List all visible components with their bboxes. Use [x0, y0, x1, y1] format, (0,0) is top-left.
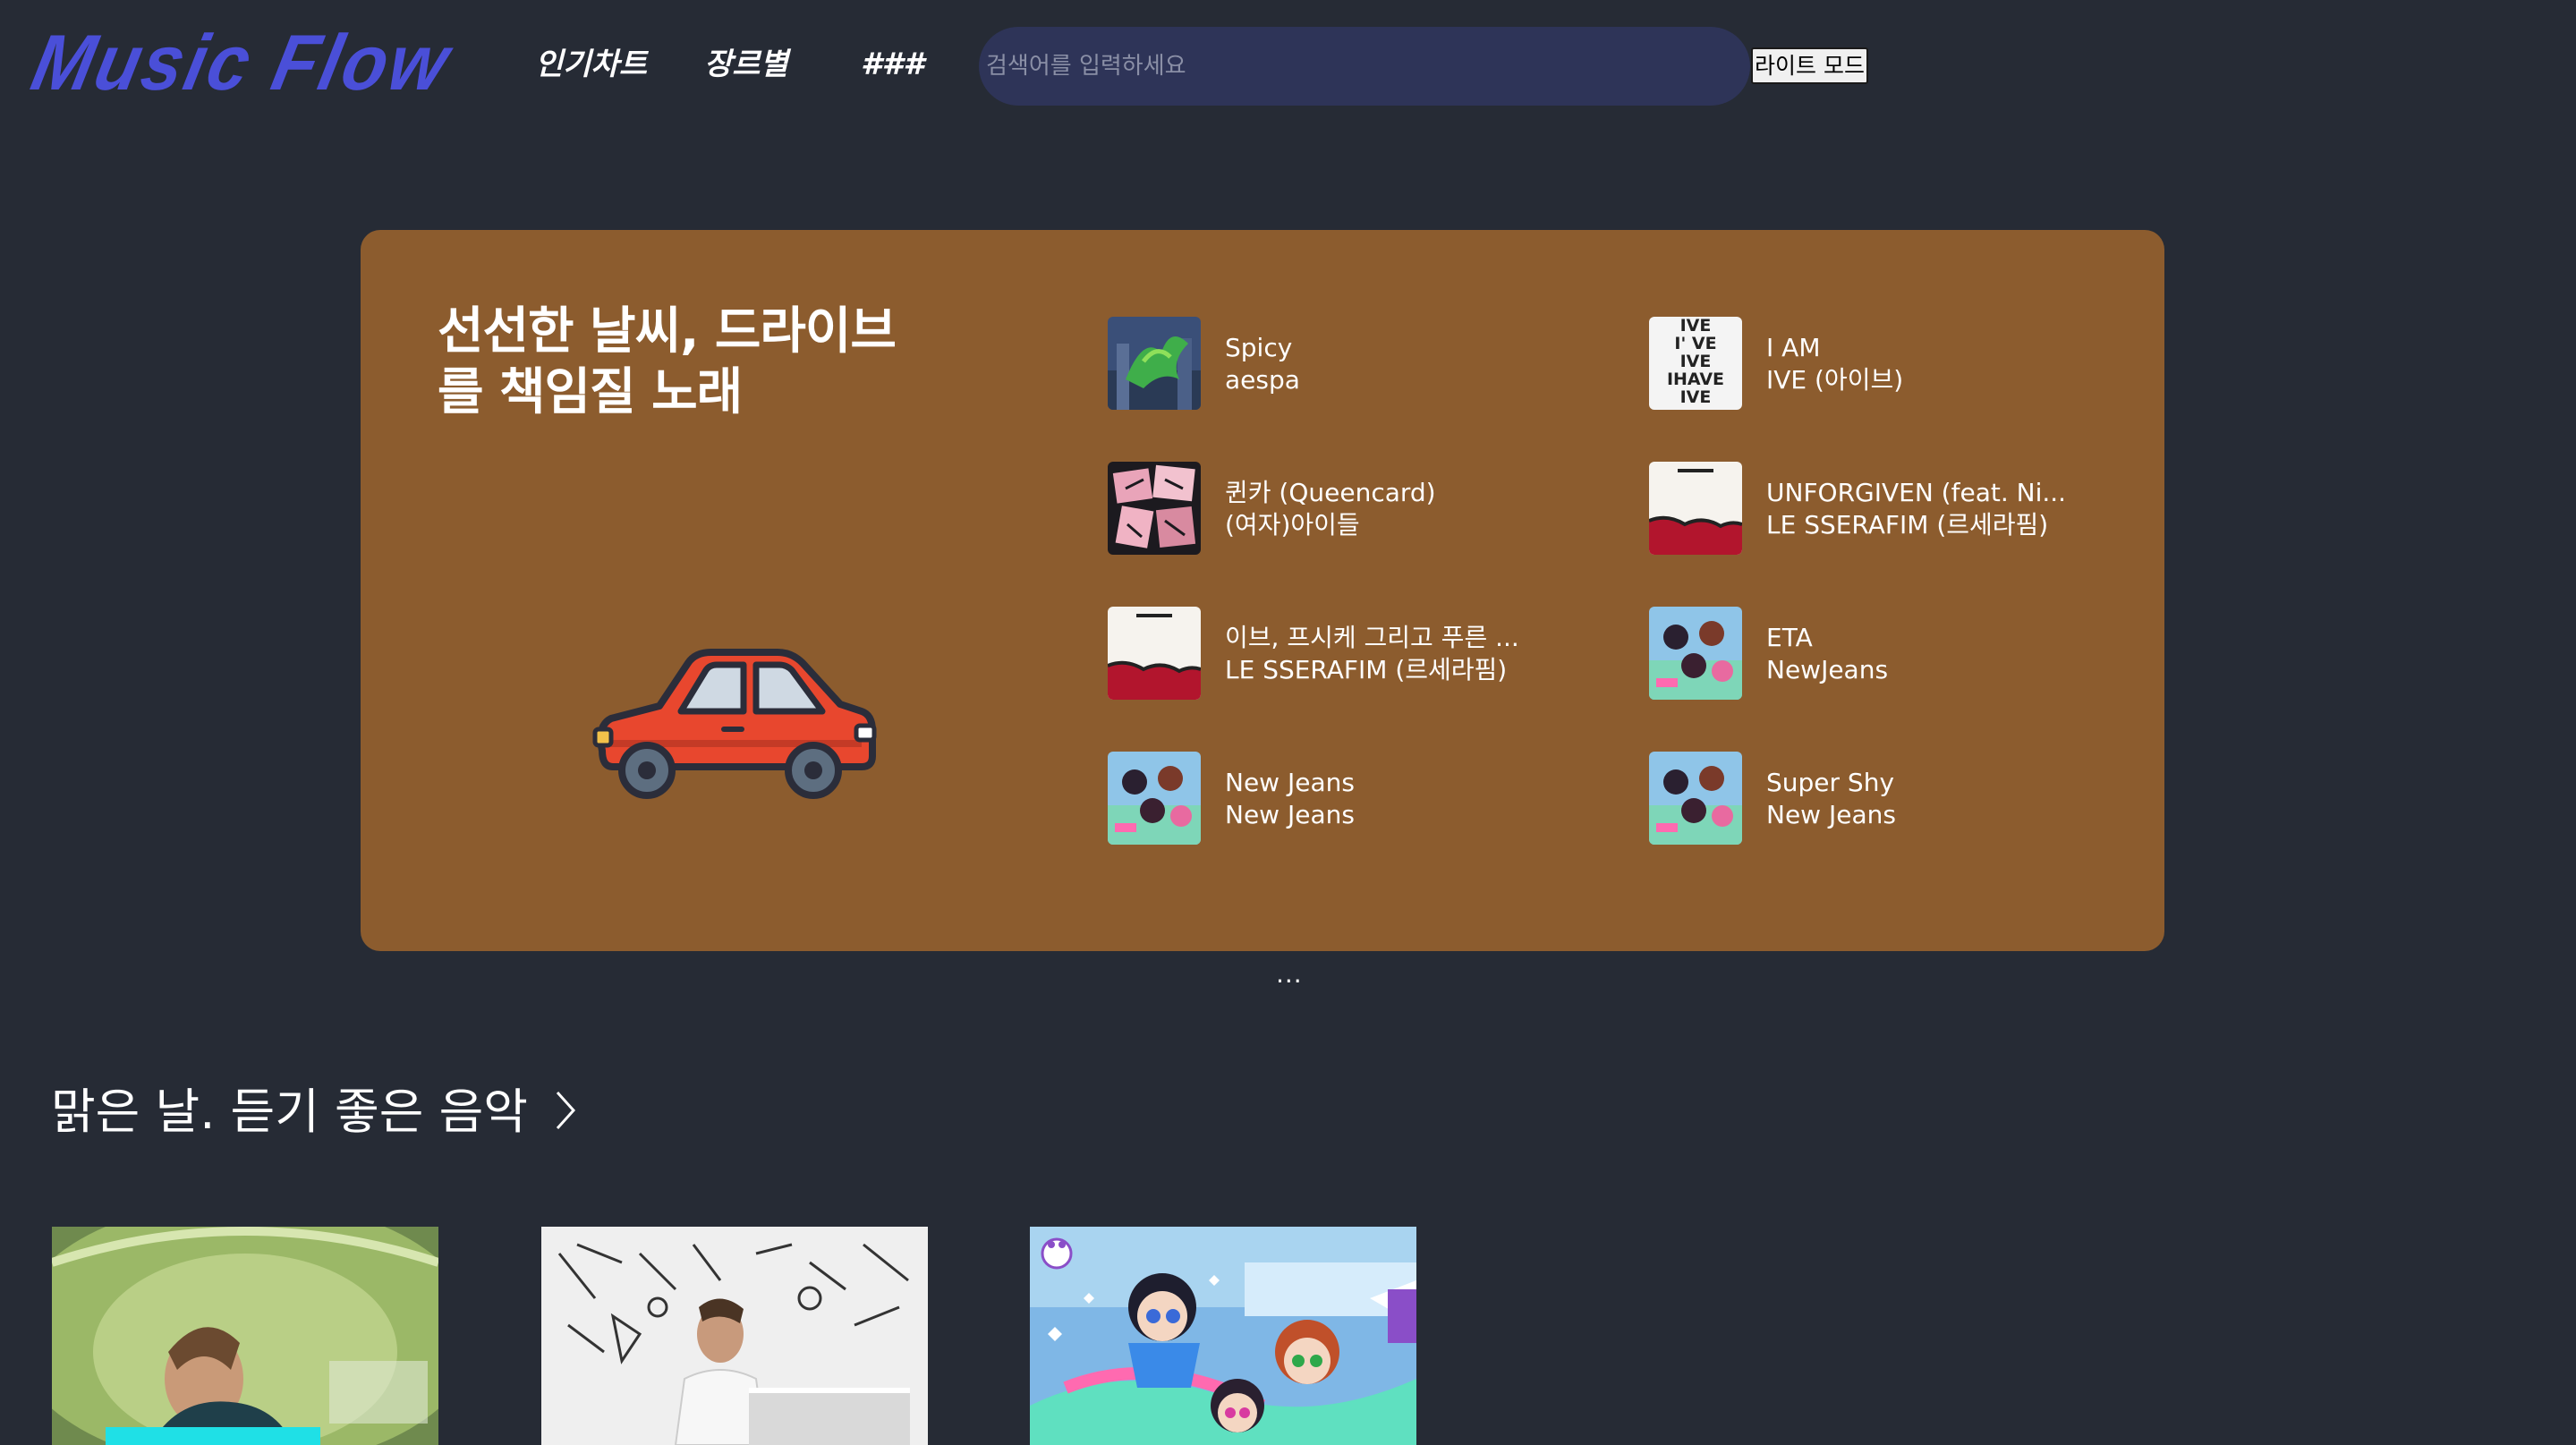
track-artist: LE SSERAFIM (르세라핌)	[1225, 655, 1508, 684]
album-cover-get-up	[1649, 752, 1742, 845]
section-title: 맑은 날. 듣기 좋은 음악	[51, 1084, 528, 1140]
carousel-pager[interactable]: ...	[1276, 959, 1303, 989]
featured-title-line1: 선선한 날씨, 드라이브	[438, 302, 897, 361]
svg-text:IVE: IVE	[1680, 352, 1712, 371]
track-title: Spicy	[1225, 333, 1293, 362]
track-artist: aespa	[1225, 365, 1300, 395]
album-cover-get-up	[1108, 752, 1201, 845]
featured-playlist-title: 선선한 날씨, 드라이브 를 책임질 노래	[438, 302, 956, 423]
track-item[interactable]: IVE I' VE IVE IHAVE IVE I AM IVE (아이브)	[1649, 317, 2150, 410]
nav-hash[interactable]: ###	[861, 41, 924, 88]
nav-popular-chart[interactable]: 인기차트	[535, 41, 647, 88]
car-icon	[592, 649, 877, 799]
album-cover-charlie-puth	[541, 1227, 928, 1445]
track-artist: (여자)아이들	[1225, 510, 1360, 540]
top-navigation-bar: Music Flow 인기차트 장르별 ### 라이트 모드	[0, 0, 2576, 130]
track-item[interactable]: 퀸카 (Queencard) (여자)아이들	[1108, 462, 1609, 555]
track-title: 이브, 프시케 그리고 푸른 ...	[1225, 623, 1519, 652]
track-item[interactable]: 이브, 프시케 그리고 푸른 ... LE SSERAFIM (르세라핌)	[1108, 607, 1609, 700]
track-title: 퀸카 (Queencard)	[1225, 478, 1436, 507]
album-card[interactable]	[52, 1227, 438, 1445]
album-cover-justice	[52, 1227, 438, 1445]
album-cover-unforgiven	[1108, 607, 1201, 700]
track-artist: IVE (아이브)	[1766, 365, 1904, 395]
album-cover-get-up	[1649, 607, 1742, 700]
album-cover-queencard	[1108, 462, 1201, 555]
app-logo[interactable]: Music Flow	[25, 18, 459, 106]
nav-genre[interactable]: 장르별	[704, 41, 788, 88]
album-card[interactable]	[541, 1227, 928, 1445]
track-item[interactable]: Super Shy New Jeans	[1649, 752, 2150, 845]
track-artist: New Jeans	[1766, 800, 1896, 829]
featured-title-line2: 를 책임질 노래	[438, 363, 743, 421]
light-mode-button[interactable]: 라이트 모드	[1751, 47, 1868, 84]
track-item[interactable]: Spicy aespa	[1108, 317, 1609, 410]
album-cover-spicy	[1108, 317, 1201, 410]
track-item[interactable]: ETA NewJeans	[1649, 607, 2150, 700]
album-cover-get-up	[1030, 1227, 1416, 1445]
track-title: UNFORGIVEN (feat. Ni...	[1766, 478, 2067, 507]
svg-text:IVE: IVE	[1680, 387, 1712, 407]
track-artist: NewJeans	[1766, 655, 1889, 684]
track-artist: New Jeans	[1225, 800, 1355, 829]
section-title-link[interactable]: 맑은 날. 듣기 좋은 음악	[51, 1081, 577, 1143]
search-input[interactable]	[979, 27, 1750, 106]
track-artist: LE SSERAFIM (르세라핌)	[1766, 510, 2049, 540]
track-title: ETA	[1766, 623, 1813, 652]
svg-text:IHAVE: IHAVE	[1667, 370, 1724, 389]
track-item[interactable]: UNFORGIVEN (feat. Ni... LE SSERAFIM (르세라…	[1649, 462, 2150, 555]
album-cover-i-am: IVE I' VE IVE IHAVE IVE	[1649, 317, 1742, 410]
track-item[interactable]: New Jeans New Jeans	[1108, 752, 1609, 845]
track-title: Super Shy	[1766, 768, 1895, 797]
album-cover-unforgiven	[1649, 462, 1742, 555]
chevron-right-icon	[557, 1091, 576, 1130]
featured-playlist-panel: 선선한 날씨, 드라이브 를 책임질 노래 Spicy aespa IVE I'…	[361, 230, 2164, 951]
track-title: I AM	[1766, 333, 1821, 362]
svg-text:I' VE: I' VE	[1674, 334, 1716, 353]
track-title: New Jeans	[1225, 768, 1355, 797]
svg-text:IVE: IVE	[1680, 317, 1712, 336]
album-card[interactable]	[1030, 1227, 1416, 1445]
